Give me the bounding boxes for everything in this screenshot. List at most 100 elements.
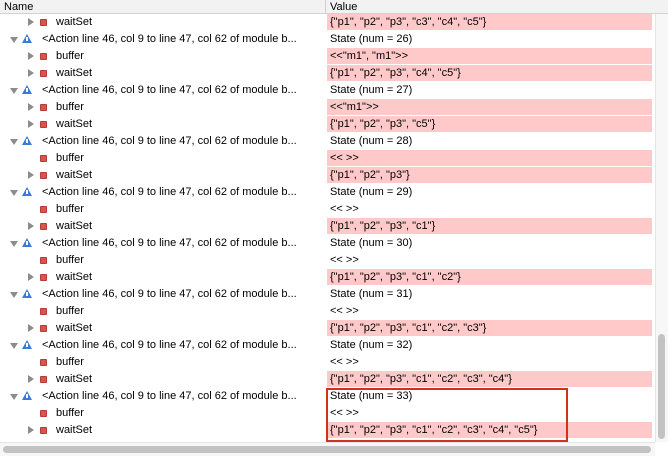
variable-icon (40, 19, 47, 26)
highlight-annotation-box (326, 388, 568, 442)
variable-icon (40, 257, 47, 264)
tree-row-value: {"p1", "p2", "p3", "c1", "c2", "c3"} (327, 320, 652, 336)
warning-icon (22, 340, 32, 349)
tree-row-value: State (num = 26) (330, 33, 413, 45)
tree-row-value: << >> (327, 150, 652, 166)
tree-row-name: buffer (56, 407, 84, 419)
column-header-name[interactable]: Name (4, 0, 33, 14)
horizontal-scrollbar[interactable] (0, 442, 655, 456)
column-header-value[interactable]: Value (330, 0, 357, 14)
tree-row-value: << >> (330, 356, 359, 368)
tree-row[interactable]: <Action line 46, col 9 to line 47, col 6… (0, 286, 655, 303)
table-header: Name Value (0, 0, 668, 14)
variable-icon (40, 172, 47, 179)
tree-row[interactable]: buffer << >> (0, 354, 655, 371)
warning-icon (22, 391, 32, 400)
disclosure-collapsed-icon[interactable] (28, 375, 34, 383)
tree-row[interactable]: buffer <<"m1", "m1">> (0, 48, 655, 65)
tree-row-value: {"p1", "p2", "p3", "c1"} (327, 218, 652, 234)
tree-row[interactable]: <Action line 46, col 9 to line 47, col 6… (0, 31, 655, 48)
disclosure-collapsed-icon[interactable] (28, 69, 34, 77)
tree-row-name: buffer (56, 356, 84, 368)
variable-icon (40, 223, 47, 230)
variable-icon (40, 121, 47, 128)
disclosure-collapsed-icon[interactable] (28, 18, 34, 26)
variables-tree: waitSet {"p1", "p2", "p3", "c3", "c4", "c… (0, 14, 655, 439)
tree-row-value: {"p1", "p2", "p3"} (327, 167, 652, 183)
tree-row[interactable]: <Action line 46, col 9 to line 47, col 6… (0, 184, 655, 201)
tree-row-name: <Action line 46, col 9 to line 47, col 6… (42, 390, 297, 402)
disclosure-expanded-icon[interactable] (10, 88, 18, 94)
disclosure-collapsed-icon[interactable] (28, 273, 34, 281)
tree-row[interactable]: waitSet {"p1", "p2", "p3", "c1"} (0, 218, 655, 235)
warning-icon (22, 85, 32, 94)
tree-row-name: buffer (56, 152, 84, 164)
tree-row[interactable]: waitSet {"p1", "p2", "p3", "c3", "c4", "c… (0, 14, 655, 31)
tree-row[interactable]: waitSet {"p1", "p2", "p3", "c4", "c5"} (0, 65, 655, 82)
vertical-scrollbar-thumb[interactable] (658, 334, 665, 439)
tree-row[interactable]: buffer << >> (0, 201, 655, 218)
tree-row-name: waitSet (56, 169, 93, 181)
disclosure-collapsed-icon[interactable] (28, 324, 34, 332)
variable-icon (40, 104, 47, 111)
vertical-scrollbar[interactable] (655, 14, 668, 442)
tree-row-name: <Action line 46, col 9 to line 47, col 6… (42, 186, 297, 198)
tree-row-value: State (num = 30) (330, 237, 413, 249)
tree-row-name: buffer (56, 203, 84, 215)
tree-row-value: State (num = 31) (330, 288, 413, 300)
variable-icon (40, 359, 47, 366)
tree-row[interactable]: buffer << >> (0, 150, 655, 167)
disclosure-collapsed-icon[interactable] (28, 120, 34, 128)
tree-row[interactable]: buffer <<"m1">> (0, 99, 655, 116)
tree-row[interactable]: waitSet {"p1", "p2", "p3", "c1", "c2"} (0, 269, 655, 286)
tree-row[interactable]: <Action line 46, col 9 to line 47, col 6… (0, 235, 655, 252)
tree-row-value: State (num = 28) (330, 135, 413, 147)
tree-row-value: State (num = 29) (330, 186, 413, 198)
tree-row-value: State (num = 27) (330, 84, 413, 96)
tree-row[interactable]: <Action line 46, col 9 to line 47, col 6… (0, 337, 655, 354)
variable-icon (40, 410, 47, 417)
disclosure-collapsed-icon[interactable] (28, 171, 34, 179)
disclosure-expanded-icon[interactable] (10, 139, 18, 145)
tree-row-value: {"p1", "p2", "p3", "c4", "c5"} (327, 65, 652, 81)
disclosure-expanded-icon[interactable] (10, 37, 18, 43)
disclosure-expanded-icon[interactable] (10, 394, 18, 400)
tree-row-name: waitSet (56, 67, 93, 79)
variable-icon (40, 274, 47, 281)
tree-row-name: waitSet (56, 373, 93, 385)
disclosure-expanded-icon[interactable] (10, 292, 18, 298)
disclosure-collapsed-icon[interactable] (28, 52, 34, 60)
tree-row[interactable]: buffer << >> (0, 252, 655, 269)
tree-row-name: waitSet (56, 118, 93, 130)
tree-row[interactable]: waitSet {"p1", "p2", "p3"} (0, 167, 655, 184)
disclosure-expanded-icon[interactable] (10, 343, 18, 349)
tree-row-value: {"p1", "p2", "p3", "c1", "c2"} (327, 269, 652, 285)
variable-icon (40, 206, 47, 213)
tree-row[interactable]: <Action line 46, col 9 to line 47, col 6… (0, 82, 655, 99)
variable-icon (40, 376, 47, 383)
column-divider[interactable] (325, 0, 326, 14)
disclosure-collapsed-icon[interactable] (28, 426, 34, 434)
variable-icon (40, 155, 47, 162)
tree-row[interactable]: waitSet {"p1", "p2", "p3", "c5"} (0, 116, 655, 133)
warning-icon (22, 136, 32, 145)
tree-row[interactable]: waitSet {"p1", "p2", "p3", "c1", "c2", "c… (0, 320, 655, 337)
tree-row-name: buffer (56, 101, 84, 113)
warning-icon (22, 289, 32, 298)
horizontal-scrollbar-thumb[interactable] (3, 446, 651, 453)
disclosure-expanded-icon[interactable] (10, 241, 18, 247)
disclosure-expanded-icon[interactable] (10, 190, 18, 196)
tree-row-name: waitSet (56, 322, 93, 334)
tree-row-name: waitSet (56, 424, 93, 436)
variable-icon (40, 53, 47, 60)
variable-icon (40, 427, 47, 434)
variable-icon (40, 70, 47, 77)
tree-row[interactable]: buffer << >> (0, 303, 655, 320)
tree-row[interactable]: <Action line 46, col 9 to line 47, col 6… (0, 133, 655, 150)
tree-row-value: << >> (330, 203, 359, 215)
disclosure-collapsed-icon[interactable] (28, 103, 34, 111)
tree-row-name: <Action line 46, col 9 to line 47, col 6… (42, 237, 297, 249)
variable-icon (40, 325, 47, 332)
disclosure-collapsed-icon[interactable] (28, 222, 34, 230)
tree-row[interactable]: waitSet {"p1", "p2", "p3", "c1", "c2", "c… (0, 371, 655, 388)
